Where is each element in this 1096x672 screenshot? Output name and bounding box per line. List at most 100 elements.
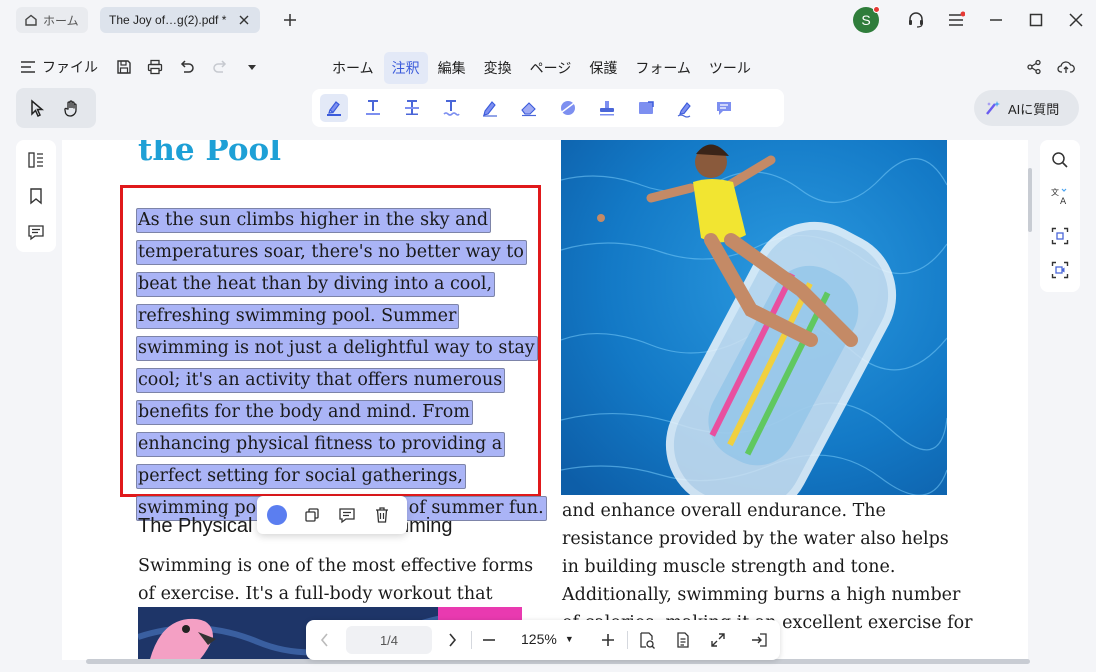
document-heading: the Pool: [138, 140, 281, 168]
page-view-icon[interactable]: [672, 629, 694, 651]
home-icon: [24, 13, 38, 27]
area-highlight-icon[interactable]: [632, 94, 660, 122]
menu-page[interactable]: ページ: [522, 52, 580, 84]
zoom-level-dropdown[interactable]: 125% ▼: [521, 631, 574, 647]
signature-icon[interactable]: [671, 94, 699, 122]
chevron-down-icon: ▼: [564, 634, 574, 644]
maximize-icon[interactable]: [1026, 10, 1046, 30]
menu-edit[interactable]: 編集: [430, 52, 474, 84]
exit-view-icon[interactable]: [748, 629, 770, 651]
ask-ai-button[interactable]: AIに質問: [974, 90, 1079, 126]
text-line: resistance provided by the water also he…: [562, 529, 949, 549]
right-column-text: and enhance overall endurance. The resis…: [562, 497, 973, 637]
search-icon[interactable]: [1050, 150, 1070, 170]
delete-icon[interactable]: [372, 504, 393, 526]
shape-icon[interactable]: [554, 94, 582, 122]
close-window-icon[interactable]: [1066, 10, 1086, 30]
fullscreen-icon[interactable]: [707, 629, 729, 651]
menu-convert[interactable]: 変換: [476, 52, 520, 84]
highlighted-line: swimming is not just a delightful way to…: [136, 336, 538, 361]
strikethrough-text-icon[interactable]: [398, 94, 426, 122]
text-line: in building muscle strength and tone.: [562, 557, 896, 577]
file-menu-label: ファイル: [42, 59, 98, 75]
underline-text-icon[interactable]: [359, 94, 387, 122]
support-headset-icon[interactable]: [906, 10, 926, 30]
menu-protect[interactable]: 保護: [581, 52, 625, 84]
hand-pan-icon[interactable]: [61, 97, 82, 119]
ocr-scan-icon[interactable]: [1050, 226, 1070, 246]
highlighted-line: cool; it's an activity that offers numer…: [136, 368, 506, 393]
highlighted-line: refreshing swimming pool. Summer: [136, 304, 460, 329]
text-line: of exercise. It's a full-body workout th…: [138, 584, 493, 604]
avatar[interactable]: S: [853, 6, 880, 33]
zoom-in-icon[interactable]: [597, 629, 619, 651]
minimize-icon[interactable]: [986, 10, 1006, 30]
file-menu[interactable]: ファイル: [20, 57, 98, 77]
comment-note-icon[interactable]: [710, 94, 738, 122]
title-bar: ホーム The Joy of…g(2).pdf * S: [0, 0, 1096, 40]
separator: [471, 631, 472, 649]
add-comment-icon[interactable]: [337, 504, 358, 526]
highlighted-paragraph[interactable]: As the sun climbs higher in the sky and …: [136, 206, 547, 526]
eraser-icon[interactable]: [515, 94, 543, 122]
left-column-text: Swimming is one of the most effective fo…: [138, 552, 538, 608]
avatar-letter: S: [861, 12, 871, 28]
separator: [627, 631, 628, 649]
tab-document-label: The Joy of…g(2).pdf *: [109, 13, 227, 27]
bookmark-icon[interactable]: [26, 186, 46, 206]
translate-icon[interactable]: 文A: [1050, 186, 1070, 206]
svg-text:A: A: [1060, 197, 1067, 206]
tab-home-label: ホーム: [43, 13, 79, 28]
menu-form[interactable]: フォーム: [627, 52, 699, 84]
svg-text:文: 文: [1051, 187, 1059, 197]
highlighted-line: As the sun climbs higher in the sky and: [136, 208, 492, 233]
page-number-input[interactable]: 1/4: [346, 626, 432, 654]
redo-icon[interactable]: [210, 57, 230, 77]
text-line: and enhance overall endurance. The: [562, 501, 886, 521]
pool-photo: [561, 140, 947, 495]
squiggly-text-icon[interactable]: [437, 94, 465, 122]
color-picker-button[interactable]: [266, 504, 287, 526]
close-tab-icon[interactable]: [236, 12, 252, 28]
subheading-start: The Physical: [138, 515, 253, 537]
prev-page-icon[interactable]: [314, 629, 336, 651]
new-tab-icon[interactable]: [280, 9, 300, 31]
stamp-icon[interactable]: [593, 94, 621, 122]
undo-icon[interactable]: [177, 57, 197, 77]
quick-access-dropdown-icon[interactable]: [242, 57, 262, 77]
notification-dot: [873, 6, 880, 13]
cloud-upload-icon[interactable]: [1056, 57, 1076, 77]
save-icon[interactable]: [114, 57, 134, 77]
left-side-panel: [16, 140, 56, 252]
highlighted-line: benefits for the body and mind. From: [136, 400, 473, 425]
print-icon[interactable]: [145, 57, 165, 77]
vertical-scrollbar[interactable]: [1028, 168, 1032, 232]
text-line: Additionally, swimming burns a high numb…: [562, 585, 961, 605]
thumbnails-panel-icon[interactable]: [26, 150, 46, 170]
copy-icon[interactable]: [301, 504, 322, 526]
highlight-icon[interactable]: [320, 94, 348, 122]
zoom-out-icon[interactable]: [478, 629, 500, 651]
pencil-draw-icon[interactable]: [476, 94, 504, 122]
next-page-icon[interactable]: [441, 629, 463, 651]
comments-panel-icon[interactable]: [26, 222, 46, 242]
text-line: Swimming is one of the most effective fo…: [138, 556, 534, 576]
share-icon[interactable]: [1024, 57, 1044, 77]
select-cursor-icon[interactable]: [26, 97, 47, 119]
highlighted-line: enhancing physical fitness to providing …: [136, 432, 506, 457]
fit-page-icon[interactable]: [636, 629, 658, 651]
menu-tools[interactable]: ツール: [701, 52, 759, 84]
tab-home[interactable]: ホーム: [16, 7, 88, 33]
tab-document[interactable]: The Joy of…g(2).pdf *: [100, 7, 260, 33]
annotation-popup-toolbar: [257, 496, 407, 534]
hamburger-menu-icon[interactable]: [946, 10, 966, 30]
screen-capture-icon[interactable]: [1050, 260, 1070, 280]
document-page[interactable]: the Pool As the sun climbs higher in the…: [62, 140, 1028, 660]
ai-sparkle-icon: [984, 99, 1002, 117]
selection-tools: [16, 88, 96, 128]
menu-home[interactable]: ホーム: [324, 52, 382, 84]
menu-annotation[interactable]: 注釈: [383, 52, 428, 84]
highlighted-line: beat the heat than by diving into a cool…: [136, 272, 496, 297]
page-navigation-bar: 1/4 125% ▼: [306, 620, 780, 660]
highlighted-line: temperatures soar, there's no better way…: [136, 240, 527, 265]
